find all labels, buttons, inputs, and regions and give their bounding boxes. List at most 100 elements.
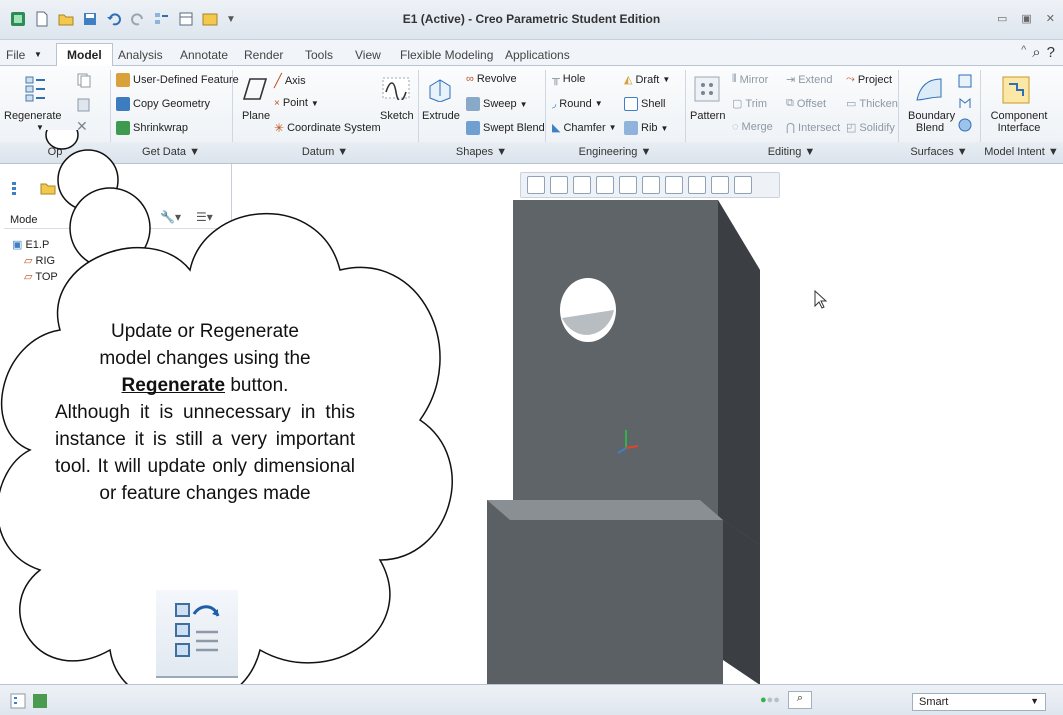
callout-paragraph: Although it is unnecessary in this insta… — [55, 402, 355, 504]
tab-tools[interactable]: Tools — [305, 48, 333, 62]
chamfer-icon: ◣ — [552, 122, 561, 134]
offset-icon: ⧉ — [786, 97, 794, 109]
freestyle-icon[interactable] — [958, 118, 972, 132]
shell-button[interactable]: Shell — [624, 97, 665, 111]
regeneration-status-icon[interactable]: ●●● — [760, 694, 780, 706]
regenerate-button[interactable]: Regenerate — [4, 110, 62, 122]
extend-label: Extend — [798, 73, 833, 86]
group-surfaces[interactable]: Surfaces ▼ — [898, 146, 980, 166]
group-model-intent[interactable]: Model Intent ▼ — [980, 146, 1063, 166]
tab-view[interactable]: View — [355, 48, 381, 62]
copy-geometry-button[interactable]: Copy Geometry — [116, 97, 210, 111]
group-editing[interactable]: Editing ▼ — [685, 146, 898, 166]
regenerate-button-enlarged — [156, 590, 238, 678]
search-icon[interactable]: ⌕ — [1032, 44, 1040, 61]
swept-blend-button[interactable]: Swept Blend — [466, 121, 545, 135]
component-interface-button[interactable]: Component Interface — [986, 110, 1052, 134]
sweep-dropdown-icon[interactable]: ▼ — [520, 100, 528, 109]
selection-filter-dropdown[interactable]: Smart ▼ — [912, 693, 1046, 711]
fill-surface-icon[interactable] — [958, 74, 972, 88]
callout-line-1: Update or Regenerate — [110, 321, 299, 342]
project-label: Project — [857, 73, 893, 86]
style-icon[interactable] — [958, 96, 972, 110]
tab-render[interactable]: Render — [244, 48, 283, 62]
tab-file[interactable]: File — [6, 48, 25, 62]
callout-line-3: Regenerate button. — [55, 372, 355, 399]
restore-icon[interactable]: ▣ — [1021, 12, 1031, 25]
solidify-icon: ◰ — [846, 122, 857, 134]
revolve-button[interactable]: ∞ Revolve — [466, 73, 517, 85]
callout-rest: button. — [225, 375, 289, 396]
point-button[interactable]: × Point ▼ — [274, 97, 319, 109]
hole-label: Hole — [562, 73, 586, 85]
draft-dropdown-icon[interactable]: ▼ — [662, 75, 670, 84]
trim-icon: ▢ — [732, 98, 743, 110]
tab-model[interactable]: Model — [56, 43, 113, 67]
collapse-ribbon-icon[interactable]: ^ — [1021, 44, 1026, 61]
selection-filter-value: Smart — [919, 696, 949, 708]
axis-label: Axis — [284, 75, 306, 87]
intersect-button[interactable]: ⋂ Intersect — [786, 121, 840, 135]
base-top-edge — [487, 500, 723, 520]
part-model[interactable] — [470, 180, 770, 685]
copy-icon[interactable] — [76, 72, 92, 88]
extend-button[interactable]: ⇥ Extend — [786, 73, 833, 87]
solidify-button[interactable]: ◰ Solidify — [846, 121, 895, 135]
paste-icon[interactable] — [76, 96, 92, 112]
top-right-tools: ^ ⌕ ? — [1021, 44, 1055, 61]
close-icon[interactable]: ✕ — [1046, 12, 1055, 25]
regenerate-icon[interactable] — [24, 74, 48, 104]
extrude-button[interactable]: Extrude — [422, 110, 460, 122]
round-button[interactable]: ◞ Round ▼ — [552, 97, 603, 111]
tab-analysis[interactable]: Analysis — [118, 48, 163, 62]
group-engineering[interactable]: Engineering ▼ — [545, 146, 685, 166]
component-interface-icon[interactable] — [1002, 76, 1030, 104]
thicken-button[interactable]: ▭ Thicken — [846, 97, 898, 111]
merge-button[interactable]: ◌ Merge — [732, 121, 773, 133]
sweep-button[interactable]: Sweep ▼ — [466, 97, 528, 111]
project-button[interactable]: ⤳ Project — [846, 73, 892, 86]
draft-button[interactable]: ◭ Draft ▼ — [624, 73, 670, 87]
minimize-icon[interactable]: ▭ — [997, 12, 1007, 25]
mirror-button[interactable]: ⫴ Mirror — [732, 73, 768, 86]
tab-annotate[interactable]: Annotate — [180, 48, 228, 62]
point-dropdown-icon[interactable]: ▼ — [311, 99, 319, 108]
callout-text: Update or Regenerate model changes using… — [55, 318, 355, 507]
mirror-label: Mirror — [739, 73, 769, 86]
udf-label: User-Defined Feature — [133, 74, 239, 86]
chamfer-button[interactable]: ◣ Chamfer ▼ — [552, 121, 617, 135]
draft-icon: ◭ — [624, 74, 633, 86]
title-bar: ▼ E1 (Active) - Creo Parametric Student … — [0, 0, 1063, 40]
copy-geometry-label: Copy Geometry — [133, 98, 211, 110]
merge-label: Merge — [741, 121, 773, 133]
file-dropdown-icon[interactable]: ▼ — [34, 50, 42, 59]
trim-button[interactable]: ▢ Trim — [732, 97, 767, 111]
boundary-blend-button[interactable]: Boundary Blend — [908, 110, 955, 134]
pattern-button[interactable]: Pattern — [690, 110, 725, 122]
extrude-icon[interactable] — [426, 76, 454, 102]
rib-button[interactable]: Rib ▼ — [624, 121, 668, 135]
revolve-label: Revolve — [476, 73, 517, 85]
round-dropdown-icon[interactable]: ▼ — [595, 99, 603, 108]
tab-applications[interactable]: Applications — [505, 48, 570, 62]
rib-dropdown-icon[interactable]: ▼ — [661, 124, 669, 133]
plane-button[interactable]: Plane — [242, 110, 270, 122]
plane-icon[interactable] — [242, 76, 268, 102]
offset-button[interactable]: ⧉ Offset — [786, 97, 826, 110]
sketch-button[interactable]: Sketch — [380, 110, 414, 122]
tab-flexible-modeling[interactable]: Flexible Modeling — [400, 48, 493, 62]
axis-button[interactable]: ╱ Axis — [274, 73, 306, 89]
chamfer-dropdown-icon[interactable]: ▼ — [609, 123, 617, 132]
rib-icon — [624, 121, 638, 135]
regenerate-icon-enlarged — [175, 603, 220, 657]
pattern-icon[interactable] — [694, 76, 720, 102]
creo-window: ▼ E1 (Active) - Creo Parametric Student … — [0, 0, 1063, 715]
find-icon[interactable]: ⌕ — [788, 691, 812, 709]
hole-button[interactable]: ╥ Hole — [552, 73, 585, 85]
user-defined-feature-button[interactable]: User-Defined Feature — [116, 73, 239, 87]
boundary-blend-icon[interactable] — [914, 76, 944, 104]
help-icon[interactable]: ? — [1047, 44, 1055, 61]
sketch-icon[interactable] — [382, 76, 410, 100]
model-tree-toggle-icon[interactable] — [10, 693, 26, 709]
browser-toggle-icon[interactable] — [32, 693, 48, 709]
